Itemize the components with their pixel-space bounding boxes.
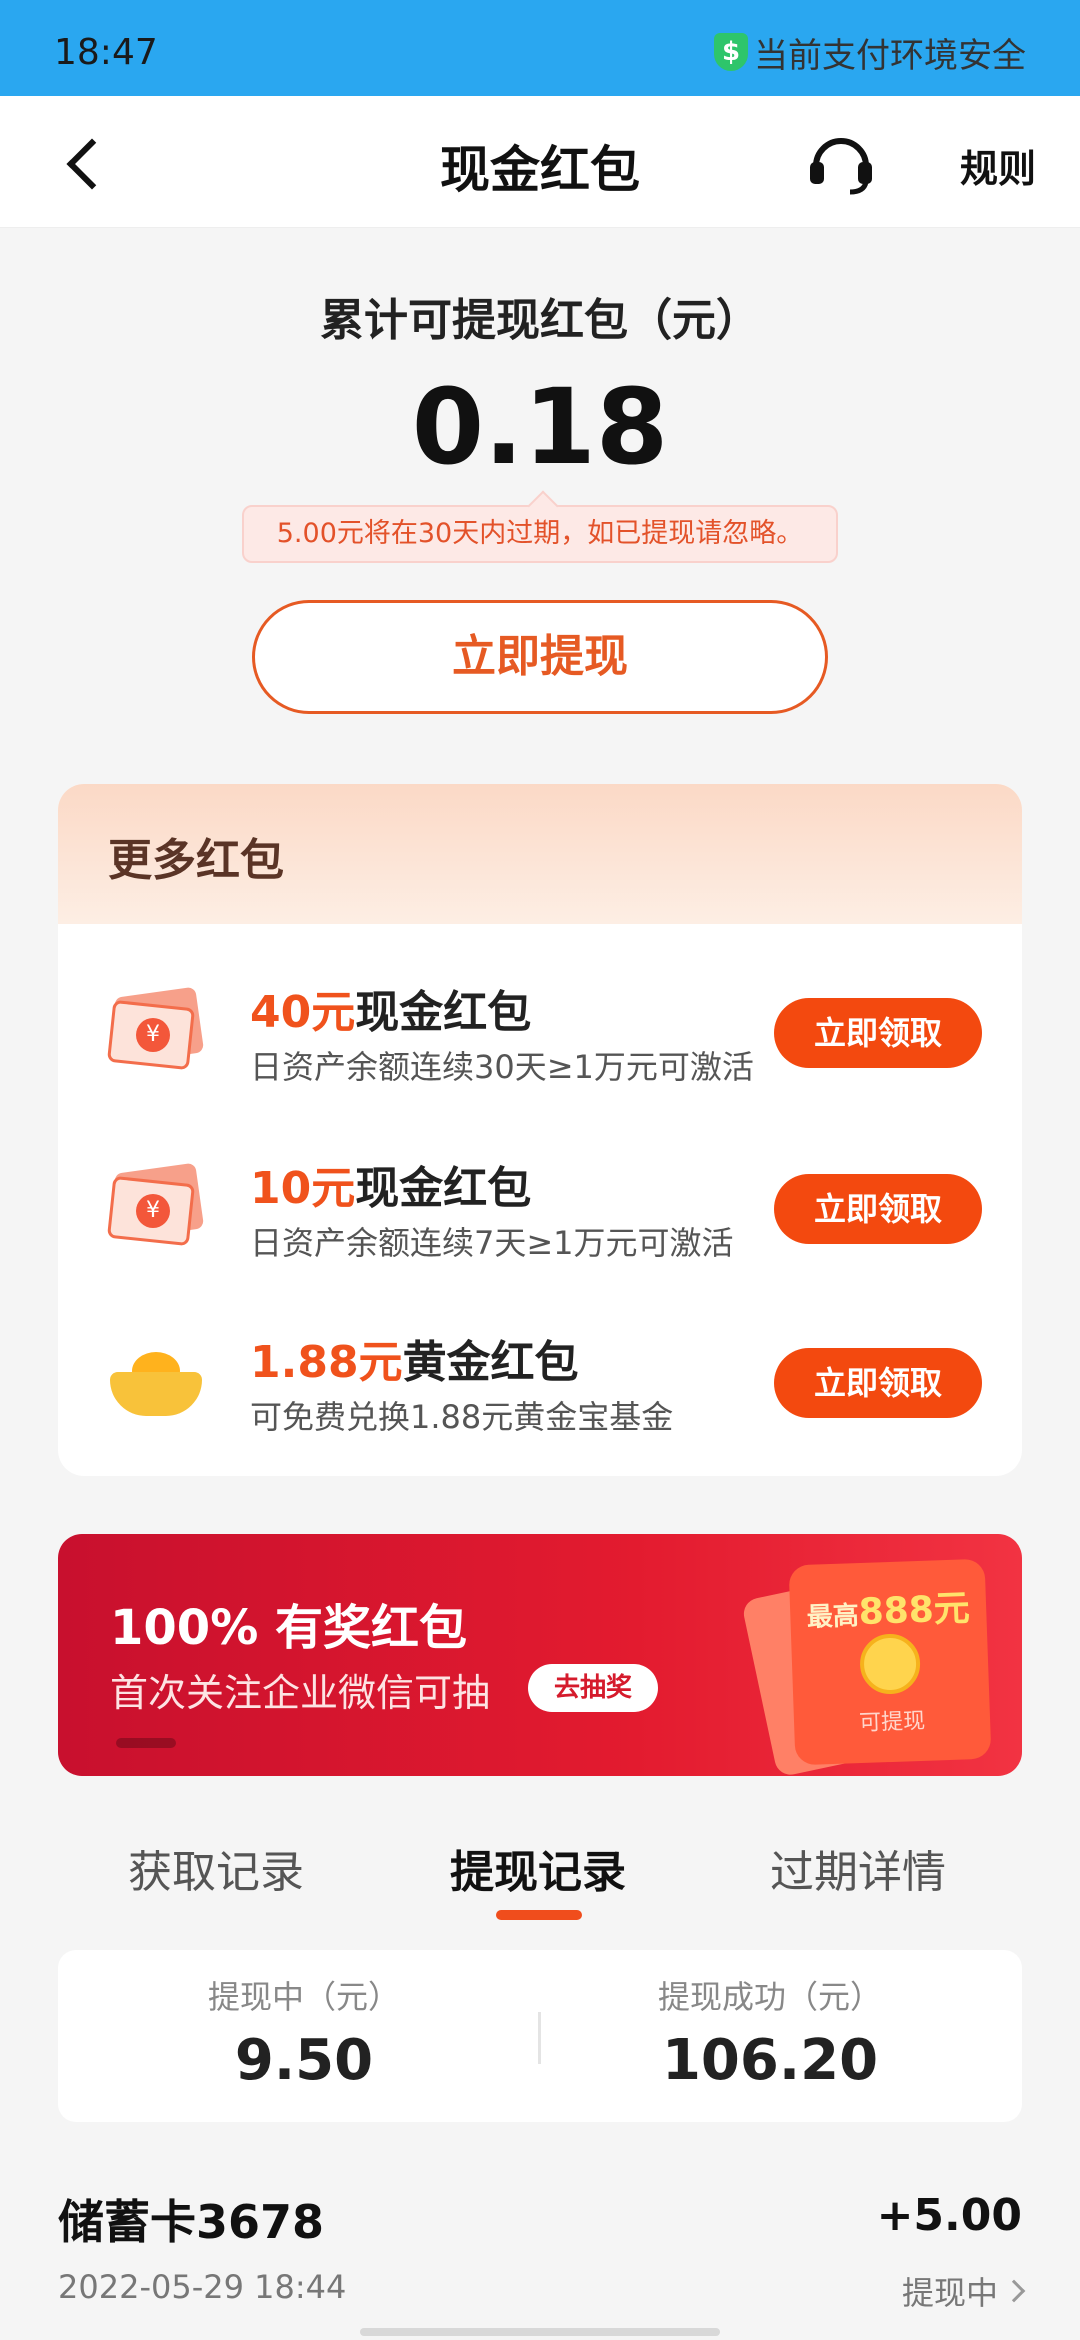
success-label: 提现成功（元） [657, 1978, 882, 2016]
more-red-packets-title: 更多红包 [58, 784, 1022, 924]
cash-red-packet-icon: ¥ [106, 986, 205, 1072]
expire-tip: 5.00元将在30天内过期，如已提现请忽略。 [242, 505, 838, 563]
record-status: 提现中 [901, 2268, 1026, 2314]
pending-label: 提现中（元） [207, 1978, 400, 2016]
coin-icon [859, 1632, 922, 1696]
success-summary: 提现成功（元） 106.20 [560, 1972, 980, 2093]
packet-desc: 可免费兑换1.88元黄金宝基金 [250, 1398, 674, 1436]
withdraw-summary: 提现中（元） 9.50 提现成功（元） 106.20 [58, 1950, 1022, 2122]
packet-desc: 日资产余额连续7天≥1万元可激活 [250, 1224, 734, 1262]
balance-amount: 0.18 [411, 366, 669, 488]
banner-title: 100% 有奖红包 [110, 1600, 468, 1656]
packet-row-gold: 1.88元黄金红包 可免费兑换1.88元黄金宝基金 立即领取 [58, 1304, 1022, 1454]
record-amount: +5.00 [876, 2190, 1022, 2241]
success-value: 106.20 [661, 2028, 879, 2093]
max-value: 888元 [857, 1588, 971, 1634]
balance-label: 累计可提现红包（元） [320, 295, 760, 346]
promo-banner[interactable]: 100% 有奖红包 首次关注企业微信可抽 去抽奖 最高888元 可提现 [58, 1534, 1022, 1776]
tab-withdraw-records[interactable]: 提现记录 [450, 1836, 626, 1900]
record-date: 2022-05-29 18:44 [58, 2268, 347, 2306]
tab-acquire-records[interactable]: 获取记录 [128, 1836, 304, 1900]
packet-title: 1.88元黄金红包 [250, 1326, 579, 1390]
more-red-packets-card: 更多红包 ¥ 40元现金红包 日资产余额连续30天≥1万元可激活 立即领取 ¥ … [58, 784, 1022, 1476]
shield-icon: $ [714, 33, 748, 71]
withdrawable-label: 可提现 [858, 1708, 926, 1737]
chevron-right-icon [1002, 2279, 1026, 2303]
claim-button[interactable]: 立即领取 [774, 1174, 982, 1244]
secure-payment-status: $ 当前支付环境安全 [714, 28, 1026, 77]
withdraw-now-button[interactable]: 立即提现 [252, 600, 828, 714]
gold-ingot-icon [108, 1336, 204, 1422]
active-tab-indicator [496, 1910, 582, 1920]
status-bar: 18:47 $ 当前支付环境安全 [0, 0, 1080, 96]
packet-amount: 1.88元 [250, 1337, 403, 1388]
packet-amount: 10元 [250, 1163, 356, 1214]
nav-bar: 现金红包 规则 [0, 96, 1080, 228]
home-indicator [360, 2328, 720, 2336]
lottery-button[interactable]: 去抽奖 [528, 1664, 658, 1712]
packet-row-10: ¥ 10元现金红包 日资产余额连续7天≥1万元可激活 立即领取 [58, 1130, 1022, 1280]
max-prize: 最高888元 [789, 1579, 987, 1638]
pending-value: 9.50 [234, 2028, 374, 2093]
packet-amount: 40元 [250, 987, 356, 1038]
packet-row-40: ¥ 40元现金红包 日资产余额连续30天≥1万元可激活 立即领取 [58, 954, 1022, 1104]
claim-button[interactable]: 立即领取 [774, 1348, 982, 1418]
carousel-indicator [116, 1738, 176, 1748]
packet-title: 10元现金红包 [250, 1152, 531, 1216]
red-packet-illustration: 最高888元 可提现 [788, 1558, 992, 1766]
page-title: 现金红包 [440, 141, 640, 199]
packet-name: 现金红包 [355, 987, 532, 1038]
summary-divider [538, 2012, 541, 2064]
claim-button[interactable]: 立即领取 [774, 998, 982, 1068]
packet-desc: 日资产余额连续30天≥1万元可激活 [250, 1048, 754, 1086]
max-prefix: 最高 [806, 1601, 860, 1633]
rules-link[interactable]: 规则 [960, 138, 1036, 193]
record-title: 储蓄卡3678 [58, 2195, 325, 2249]
secure-text: 当前支付环境安全 [754, 35, 1026, 76]
status-time: 18:47 [54, 31, 158, 73]
record-status-text: 提现中 [901, 2274, 998, 2312]
cash-red-packet-icon: ¥ [106, 1162, 205, 1248]
tab-expired-details[interactable]: 过期详情 [770, 1836, 946, 1900]
packet-title: 40元现金红包 [250, 976, 531, 1040]
headset-icon[interactable] [806, 130, 876, 196]
packet-name: 黄金红包 [402, 1337, 579, 1388]
record-tabs: 获取记录 提现记录 过期详情 [0, 1836, 1080, 1926]
banner-subtitle: 首次关注企业微信可抽 [110, 1671, 491, 1715]
list-item[interactable]: 储蓄卡3678 2022-05-29 18:44 +5.00 提现中 [58, 2186, 1026, 2326]
pending-summary: 提现中（元） 9.50 [94, 1972, 514, 2093]
packet-name: 现金红包 [355, 1163, 532, 1214]
